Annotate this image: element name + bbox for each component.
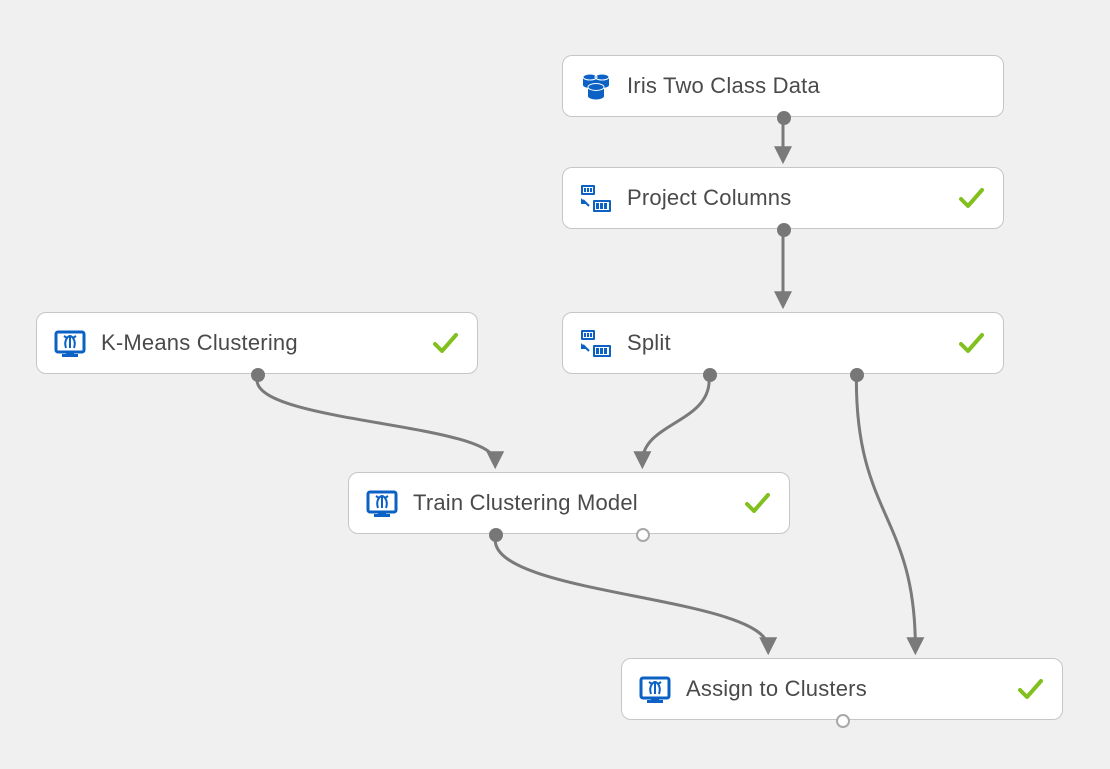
node-train-clustering-model[interactable]: Train Clustering Model — [348, 472, 790, 534]
status-check-icon — [743, 490, 771, 516]
node-kmeans-clustering[interactable]: K-Means Clustering — [36, 312, 478, 374]
output-port[interactable] — [251, 368, 265, 382]
output-port[interactable] — [489, 528, 503, 542]
node-label: Project Columns — [613, 185, 957, 211]
split-icon — [579, 328, 613, 358]
edge — [642, 380, 709, 462]
project-columns-icon — [579, 183, 613, 213]
node-split[interactable]: Split — [562, 312, 1004, 374]
status-check-icon — [957, 330, 985, 356]
node-label: K-Means Clustering — [87, 330, 431, 356]
status-check-icon — [431, 330, 459, 356]
edge — [257, 380, 495, 462]
node-assign-to-clusters[interactable]: Assign to Clusters — [621, 658, 1063, 720]
status-check-icon — [1016, 676, 1044, 702]
output-port[interactable] — [777, 223, 791, 237]
node-label: Split — [613, 330, 957, 356]
edge — [856, 380, 915, 648]
output-port[interactable] — [836, 714, 850, 728]
node-label: Assign to Clusters — [672, 676, 1016, 702]
output-port[interactable] — [636, 528, 650, 542]
node-label: Iris Two Class Data — [613, 73, 985, 99]
output-port[interactable] — [703, 368, 717, 382]
experiment-canvas[interactable]: Iris Two Class Data — [0, 0, 1110, 769]
node-project-columns[interactable]: Project Columns — [562, 167, 1004, 229]
node-iris-two-class-data[interactable]: Iris Two Class Data — [562, 55, 1004, 117]
algorithm-icon — [53, 328, 87, 358]
dataset-icon — [579, 71, 613, 101]
status-check-icon — [957, 185, 985, 211]
algorithm-icon — [638, 674, 672, 704]
edge — [495, 540, 768, 648]
output-port[interactable] — [777, 111, 791, 125]
node-label: Train Clustering Model — [399, 490, 743, 516]
algorithm-icon — [365, 488, 399, 518]
output-port[interactable] — [850, 368, 864, 382]
